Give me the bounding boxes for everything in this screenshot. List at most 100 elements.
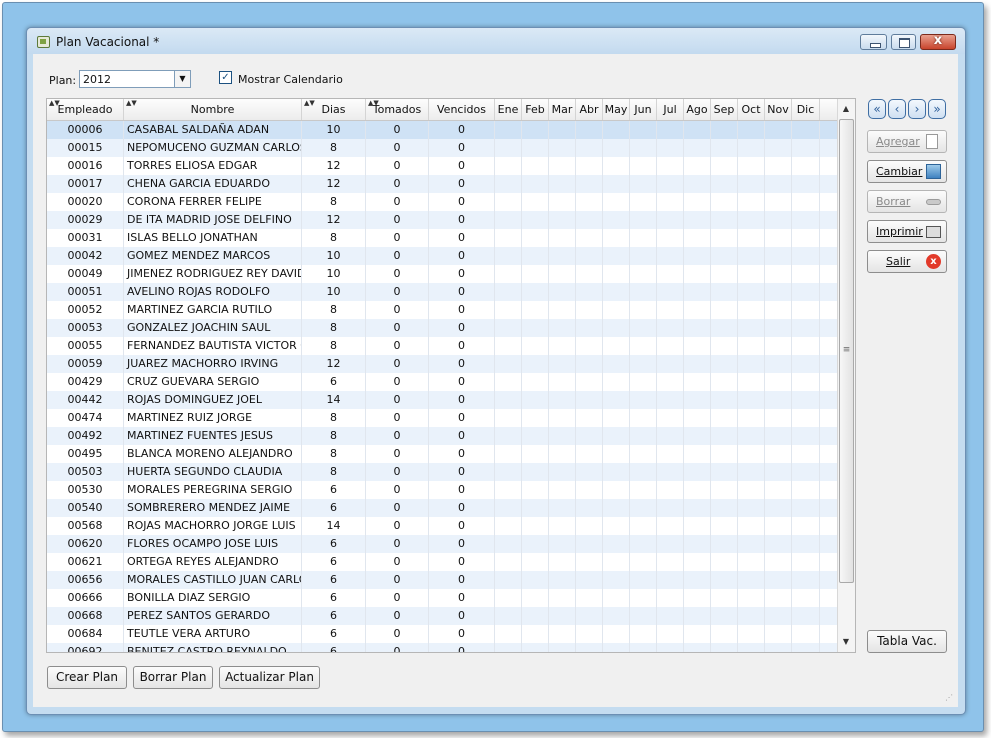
cell-month[interactable] bbox=[738, 121, 765, 139]
scroll-up-icon[interactable]: ▲ bbox=[838, 101, 854, 117]
crear-plan-button[interactable]: Crear Plan bbox=[47, 666, 127, 689]
cell-month[interactable] bbox=[792, 175, 820, 193]
table-row[interactable]: 00442 ROJAS DOMINGUEZ JOEL 14 0 0 bbox=[47, 391, 837, 409]
cell-month[interactable] bbox=[603, 157, 630, 175]
cell-month[interactable] bbox=[495, 373, 522, 391]
cell-month[interactable] bbox=[738, 499, 765, 517]
cambiar-button[interactable]: Cambiar bbox=[867, 160, 947, 183]
cell-month[interactable] bbox=[630, 337, 657, 355]
cell-month[interactable] bbox=[711, 571, 738, 589]
cell-month[interactable] bbox=[522, 445, 549, 463]
header-dias[interactable]: ▲▼ Dias bbox=[302, 99, 366, 120]
cell-month[interactable] bbox=[684, 391, 711, 409]
cell-month[interactable] bbox=[792, 283, 820, 301]
maximize-button[interactable] bbox=[891, 34, 916, 50]
cell-month[interactable] bbox=[603, 121, 630, 139]
cell-month[interactable] bbox=[684, 283, 711, 301]
cell-month[interactable] bbox=[684, 211, 711, 229]
cell-month[interactable] bbox=[711, 445, 738, 463]
cell-month[interactable] bbox=[549, 445, 576, 463]
cell-month[interactable] bbox=[738, 517, 765, 535]
cell-month[interactable] bbox=[684, 643, 711, 652]
cell-month[interactable] bbox=[576, 175, 603, 193]
cell-month[interactable] bbox=[657, 121, 684, 139]
cell-month[interactable] bbox=[522, 499, 549, 517]
cell-month[interactable] bbox=[495, 625, 522, 643]
cell-month[interactable] bbox=[684, 589, 711, 607]
cell-month[interactable] bbox=[495, 355, 522, 373]
cell-month[interactable] bbox=[792, 301, 820, 319]
cell-month[interactable] bbox=[549, 625, 576, 643]
cell-month[interactable] bbox=[576, 427, 603, 445]
cell-month[interactable] bbox=[630, 445, 657, 463]
cell-month[interactable] bbox=[792, 427, 820, 445]
cell-month[interactable] bbox=[576, 625, 603, 643]
cell-month[interactable] bbox=[765, 571, 792, 589]
actualizar-plan-button[interactable]: Actualizar Plan bbox=[219, 666, 320, 689]
cell-month[interactable] bbox=[711, 301, 738, 319]
cell-month[interactable] bbox=[549, 517, 576, 535]
cell-month[interactable] bbox=[738, 409, 765, 427]
cell-month[interactable] bbox=[684, 571, 711, 589]
cell-month[interactable] bbox=[630, 355, 657, 373]
cell-month[interactable] bbox=[738, 553, 765, 571]
cell-month[interactable] bbox=[738, 481, 765, 499]
cell-month[interactable] bbox=[549, 463, 576, 481]
cell-month[interactable] bbox=[738, 571, 765, 589]
cell-month[interactable] bbox=[603, 481, 630, 499]
cell-month[interactable] bbox=[765, 319, 792, 337]
cell-month[interactable] bbox=[522, 337, 549, 355]
table-row[interactable]: 00015 NEPOMUCENO GUZMAN CARLOS 8 0 0 bbox=[47, 139, 837, 157]
cell-month[interactable] bbox=[576, 571, 603, 589]
table-row[interactable]: 00692 BENITEZ CASTRO REYNALDO 6 0 0 bbox=[47, 643, 837, 652]
cell-month[interactable] bbox=[684, 229, 711, 247]
cell-month[interactable] bbox=[657, 499, 684, 517]
nav-next-button[interactable]: › bbox=[908, 99, 926, 119]
cell-month[interactable] bbox=[657, 319, 684, 337]
cell-month[interactable] bbox=[765, 139, 792, 157]
cell-month[interactable] bbox=[657, 193, 684, 211]
show-calendar-label[interactable]: Mostrar Calendario bbox=[238, 73, 343, 86]
cell-month[interactable] bbox=[765, 535, 792, 553]
cell-month[interactable] bbox=[603, 589, 630, 607]
cell-month[interactable] bbox=[711, 283, 738, 301]
cell-month[interactable] bbox=[738, 265, 765, 283]
cell-month[interactable] bbox=[738, 229, 765, 247]
cell-month[interactable] bbox=[630, 283, 657, 301]
cell-month[interactable] bbox=[603, 409, 630, 427]
cell-month[interactable] bbox=[549, 175, 576, 193]
cell-month[interactable] bbox=[657, 571, 684, 589]
cell-month[interactable] bbox=[495, 535, 522, 553]
cell-month[interactable] bbox=[684, 175, 711, 193]
cell-month[interactable] bbox=[657, 445, 684, 463]
header-empleado[interactable]: ▲▼ Empleado bbox=[47, 99, 124, 120]
cell-month[interactable] bbox=[603, 463, 630, 481]
cell-month[interactable] bbox=[522, 355, 549, 373]
cell-month[interactable] bbox=[576, 463, 603, 481]
cell-month[interactable] bbox=[603, 211, 630, 229]
cell-month[interactable] bbox=[603, 337, 630, 355]
cell-month[interactable] bbox=[576, 409, 603, 427]
cell-month[interactable] bbox=[630, 193, 657, 211]
cell-month[interactable] bbox=[549, 589, 576, 607]
cell-month[interactable] bbox=[549, 229, 576, 247]
cell-month[interactable] bbox=[630, 247, 657, 265]
cell-month[interactable] bbox=[522, 319, 549, 337]
cell-month[interactable] bbox=[738, 625, 765, 643]
cell-month[interactable] bbox=[684, 625, 711, 643]
header-month[interactable]: Sep bbox=[711, 99, 738, 120]
cell-month[interactable] bbox=[495, 571, 522, 589]
cell-month[interactable] bbox=[549, 139, 576, 157]
title-bar[interactable]: Plan Vacacional * x bbox=[27, 28, 965, 54]
cell-month[interactable] bbox=[711, 139, 738, 157]
cell-month[interactable] bbox=[792, 247, 820, 265]
cell-month[interactable] bbox=[522, 535, 549, 553]
cell-month[interactable] bbox=[495, 409, 522, 427]
cell-month[interactable] bbox=[630, 211, 657, 229]
cell-month[interactable] bbox=[603, 625, 630, 643]
cell-month[interactable] bbox=[684, 193, 711, 211]
cell-month[interactable] bbox=[522, 553, 549, 571]
cell-month[interactable] bbox=[792, 625, 820, 643]
cell-month[interactable] bbox=[549, 535, 576, 553]
agregar-button[interactable]: Agregar bbox=[867, 130, 947, 153]
